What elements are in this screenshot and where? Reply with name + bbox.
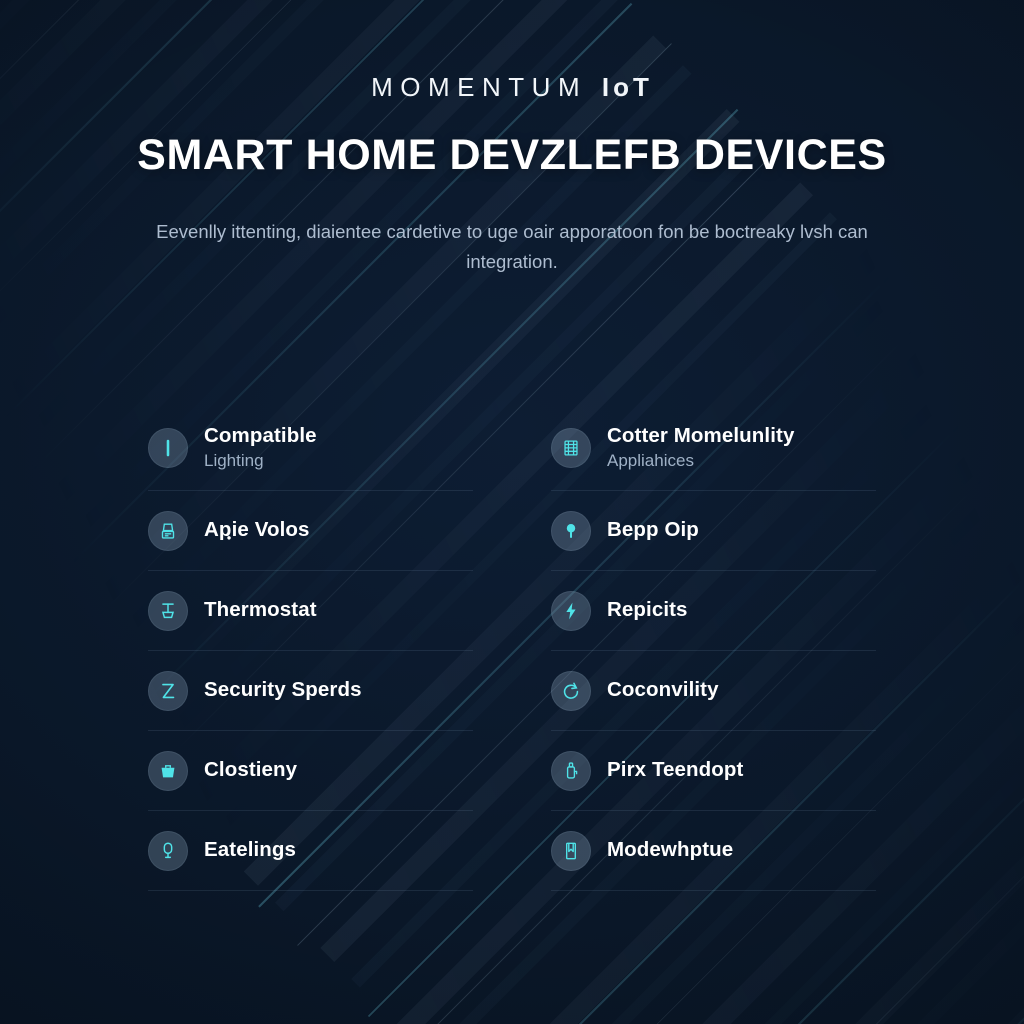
list-item-text: Security Sperds	[204, 678, 362, 703]
list-item-title: Pirx Teendopt	[607, 758, 744, 782]
lightbulb-bar-icon	[148, 427, 188, 468]
poster-canvas: MOMENTUM IoT SMART HOME DEVZLEFB DEVICES…	[0, 0, 1024, 1024]
list-item-title: Cotter Momelunlity	[607, 423, 795, 447]
list-item-text: Coconvility	[607, 678, 719, 703]
list-item-text: Compatible Lighting	[204, 424, 317, 472]
list-item[interactable]: Clostieny	[148, 731, 473, 811]
list-item-text: Bepp Oip	[607, 518, 699, 543]
list-item[interactable]: Compatible Lighting	[148, 405, 473, 491]
feature-column-left: Compatible Lighting Apฺie Volos Thermost…	[148, 405, 473, 891]
list-item-title: Eatelings	[204, 838, 297, 862]
list-item-title: Coconvility	[607, 678, 719, 702]
brand-main-text: MOMENTUM	[371, 72, 588, 102]
list-item[interactable]: Security Sperds	[148, 651, 473, 731]
list-item-text: Modewhptue	[607, 838, 733, 863]
feature-column-right: Cotter Momelunlity Appliahices Bepp Oip	[551, 405, 876, 891]
bulb-icon	[551, 510, 591, 551]
bolt-icon	[551, 590, 591, 631]
list-item-text: Cotter Momelunlity Appliahices	[607, 424, 794, 472]
list-item-title: Bepp Oip	[607, 518, 699, 542]
list-item[interactable]: Repicits	[551, 571, 876, 651]
list-item[interactable]: Cotter Momelunlity Appliahices	[551, 405, 876, 491]
list-item-title: Repicits	[607, 598, 688, 622]
poster-header: MOMENTUM IoT SMART HOME DEVZLEFB DEVICES…	[0, 72, 1024, 277]
list-item-text: Eatelings	[204, 838, 296, 863]
list-item[interactable]: Bepp Oip	[551, 491, 876, 571]
page-subtitle: Eevenlly ittenting, diaientee cardetive …	[156, 220, 868, 272]
list-item-subtitle: Lighting	[204, 451, 264, 471]
list-item-title: Security Sperds	[204, 678, 362, 702]
list-item-title: Modewhptue	[607, 838, 734, 862]
list-item-title: Clostieny	[204, 758, 298, 782]
page-title: SMART HOME DEVZLEFB DEVICES	[137, 131, 887, 179]
list-item-text: Pirx Teendopt	[607, 758, 743, 783]
list-item[interactable]: Eatelings	[148, 811, 473, 891]
grid-panel-icon	[551, 427, 591, 468]
door-curtain-icon	[551, 830, 591, 871]
list-item-title: Apฺie Volos	[204, 518, 310, 542]
list-item[interactable]: Coconvility	[551, 651, 876, 731]
list-item-text: Thermostat	[204, 598, 317, 623]
list-item-title: Compatible	[204, 423, 317, 447]
list-item-subtitle: Appliahices	[607, 451, 694, 471]
list-item[interactable]: Thermostat	[148, 571, 473, 651]
tap-hand-icon	[148, 830, 188, 871]
appliance-icon	[148, 510, 188, 551]
feature-columns: Compatible Lighting Apฺie Volos Thermost…	[148, 405, 876, 891]
refresh-circle-icon	[551, 670, 591, 711]
basket-icon	[148, 750, 188, 791]
thermostat-icon	[148, 590, 188, 631]
list-item[interactable]: Modewhptue	[551, 811, 876, 891]
list-item[interactable]: Apฺie Volos	[148, 491, 473, 571]
list-item-text: Apฺie Volos	[204, 518, 310, 543]
list-item-text: Clostieny	[204, 758, 297, 783]
list-item-title: Thermostat	[204, 598, 317, 622]
brand-title: MOMENTUM IoT	[0, 72, 1024, 103]
brand-suffix-text: IoT	[601, 72, 653, 102]
list-item[interactable]: Pirx Teendopt	[551, 731, 876, 811]
bottle-dispenser-icon	[551, 750, 591, 791]
security-z-icon	[148, 670, 188, 711]
list-item-text: Repicits	[607, 598, 688, 623]
